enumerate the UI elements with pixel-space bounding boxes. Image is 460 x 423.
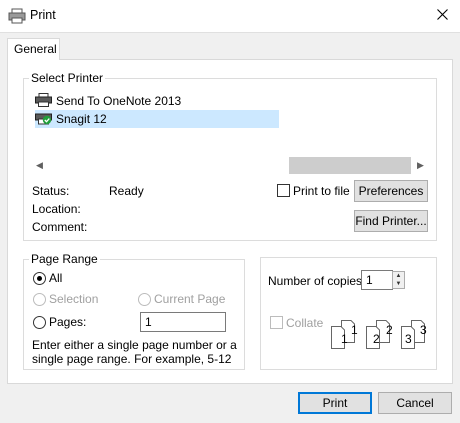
window-title: Print [30, 8, 56, 22]
collate-checkbox[interactable] [270, 316, 283, 329]
copies-spinner[interactable]: ▲ ▼ [392, 271, 405, 289]
tab-label: General [14, 42, 57, 56]
close-button[interactable] [428, 4, 456, 28]
current-page-label: Current Page [154, 292, 226, 306]
radio-dot [37, 276, 42, 281]
collate-page-number: 3 [405, 332, 412, 346]
pages-radio[interactable] [33, 316, 46, 329]
collate-page-number: 3 [420, 323, 427, 337]
page-range-hint: Enter either a single page number or a s… [32, 338, 237, 366]
collate-label: Collate [286, 316, 324, 330]
location-label: Location: [32, 202, 81, 216]
printer-name: Send To OneNote 2013 [56, 94, 182, 108]
list-item-selected[interactable]: Snagit 12 [35, 110, 279, 128]
collate-page-number: 1 [351, 323, 358, 337]
tab-general[interactable]: General [7, 38, 60, 60]
printer-name: Snagit 12 [56, 112, 107, 126]
pages-label: Pages: [49, 315, 87, 329]
pages-input[interactable]: 1 [140, 312, 226, 332]
spin-down-icon[interactable]: ▼ [393, 280, 404, 288]
printer-icon [35, 92, 52, 110]
printer-list-scrollbar[interactable]: ◀ ▶ [31, 157, 429, 174]
title-bar: Print [0, 0, 460, 32]
selection-radio[interactable] [33, 293, 46, 306]
printer-default-check-icon [35, 111, 52, 128]
preferences-button[interactable]: Preferences [354, 180, 428, 202]
button-label: Cancel [396, 396, 434, 410]
current-page-radio[interactable] [138, 293, 151, 306]
list-item[interactable]: Send To OneNote 2013 [35, 92, 279, 110]
button-label: Print [322, 396, 348, 410]
scroll-right-icon[interactable]: ▶ [412, 157, 429, 174]
all-radio[interactable] [33, 272, 46, 285]
print-to-file-checkbox[interactable] [277, 184, 290, 197]
select-printer-legend: Select Printer [31, 71, 104, 85]
page-range-legend: Page Range [31, 252, 98, 266]
print-to-file-label: Print to file [293, 184, 350, 198]
status-value: Ready [109, 184, 144, 198]
scrollbar-thumb[interactable] [289, 157, 411, 174]
button-label: Preferences [358, 184, 424, 198]
collate-page-number: 2 [386, 323, 393, 337]
printer-icon [8, 8, 26, 24]
collate-page-number: 1 [341, 332, 348, 346]
spin-up-icon[interactable]: ▲ [393, 272, 404, 280]
button-label: Find Printer... [355, 214, 427, 228]
all-label: All [49, 271, 63, 285]
copies-input[interactable]: 1 [361, 270, 393, 290]
selection-label: Selection [49, 292, 99, 306]
find-printer-button[interactable]: Find Printer... [354, 210, 428, 232]
collate-page-number: 2 [373, 332, 380, 346]
close-icon [436, 9, 448, 23]
comment-label: Comment: [32, 220, 88, 234]
status-label: Status: [32, 184, 70, 198]
copies-label: Number of copies: [268, 274, 366, 288]
print-button[interactable]: Print [298, 392, 372, 414]
scroll-left-icon[interactable]: ◀ [31, 157, 48, 174]
cancel-button[interactable]: Cancel [378, 392, 452, 414]
